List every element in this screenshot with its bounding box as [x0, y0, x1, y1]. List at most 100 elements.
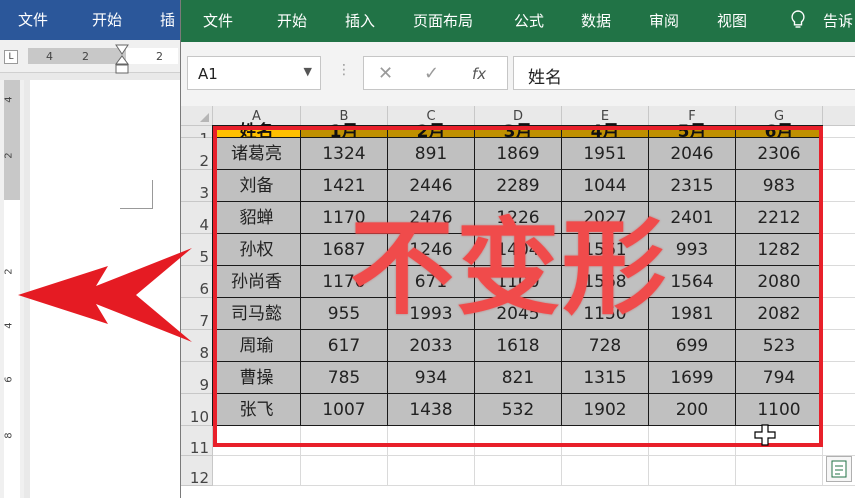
row-header[interactable]: 4 — [181, 202, 213, 234]
tab-view[interactable]: 视图 — [717, 0, 747, 42]
table-cell[interactable]: 2306 — [735, 137, 823, 170]
select-all-button[interactable] — [181, 106, 213, 126]
table-cell[interactable]: 1044 — [561, 169, 649, 202]
table-cell[interactable]: 曹操 — [212, 361, 301, 394]
table-cell[interactable]: 1315 — [561, 361, 649, 394]
empty-cell[interactable] — [823, 394, 855, 426]
table-cell[interactable]: 1438 — [387, 393, 475, 426]
table-cell[interactable]: 司马懿 — [212, 297, 301, 330]
empty-cell[interactable] — [823, 202, 855, 234]
name-box[interactable]: A1 ▼ — [187, 56, 321, 90]
empty-cell[interactable] — [823, 426, 855, 456]
chevron-down-icon[interactable]: ▼ — [304, 65, 312, 78]
table-cell[interactable]: 张飞 — [212, 393, 301, 426]
empty-cell[interactable] — [475, 426, 562, 456]
empty-cell[interactable] — [562, 456, 649, 486]
empty-cell[interactable] — [736, 426, 823, 456]
table-cell[interactable]: 诸葛亮 — [212, 137, 301, 170]
table-cell[interactable]: 1421 — [300, 169, 388, 202]
empty-cell[interactable] — [823, 170, 855, 202]
table-cell[interactable]: 523 — [735, 329, 823, 362]
row-header[interactable]: 12 — [181, 456, 213, 487]
row-header[interactable]: 2 — [181, 138, 213, 170]
empty-cell[interactable] — [649, 456, 736, 486]
table-cell[interactable]: 821 — [474, 361, 562, 394]
table-cell[interactable]: 1902 — [561, 393, 649, 426]
row-header[interactable]: 10 — [181, 394, 213, 426]
empty-cell[interactable] — [649, 426, 736, 456]
table-cell[interactable]: 刘备 — [212, 169, 301, 202]
table-cell[interactable]: 699 — [648, 329, 736, 362]
table-cell[interactable]: 617 — [300, 329, 388, 362]
insert-function-icon[interactable]: fx — [472, 65, 486, 83]
empty-cell[interactable] — [475, 456, 562, 486]
word-tab-insert[interactable]: 插 — [160, 0, 175, 40]
table-cell[interactable]: 1100 — [735, 393, 823, 426]
row-header[interactable]: 1 — [181, 126, 213, 148]
tab-insert[interactable]: 插入 — [345, 0, 375, 42]
empty-cell[interactable] — [562, 426, 649, 456]
word-tab-home[interactable]: 开始 — [92, 0, 122, 40]
table-cell[interactable]: 1869 — [474, 137, 562, 170]
table-cell[interactable]: 1951 — [561, 137, 649, 170]
empty-cell[interactable] — [388, 426, 475, 456]
empty-cell[interactable] — [823, 330, 855, 362]
indent-marker-icon[interactable] — [115, 44, 129, 74]
row-header[interactable]: 9 — [181, 362, 213, 394]
cancel-icon[interactable]: ✕ — [378, 63, 393, 84]
table-cell[interactable]: 1699 — [648, 361, 736, 394]
tab-page-layout[interactable]: 页面布局 — [413, 0, 473, 42]
table-cell[interactable]: 孙尚香 — [212, 265, 301, 298]
table-cell[interactable]: 2033 — [387, 329, 475, 362]
table-cell[interactable]: 794 — [735, 361, 823, 394]
empty-cell[interactable] — [823, 266, 855, 298]
enter-icon[interactable]: ✓ — [424, 63, 439, 84]
drag-handle-icon[interactable]: ⋮ — [337, 62, 351, 78]
table-cell[interactable]: 1282 — [735, 233, 823, 266]
table-cell[interactable]: 728 — [561, 329, 649, 362]
empty-cell[interactable] — [388, 456, 475, 486]
empty-cell[interactable] — [823, 362, 855, 394]
empty-cell[interactable] — [301, 456, 388, 486]
formula-input[interactable]: 姓名 — [513, 56, 855, 90]
table-cell[interactable]: 1324 — [300, 137, 388, 170]
empty-cell[interactable] — [823, 126, 855, 138]
table-cell[interactable]: 934 — [387, 361, 475, 394]
tab-data[interactable]: 数据 — [581, 0, 611, 42]
table-cell[interactable]: 2315 — [648, 169, 736, 202]
empty-cell[interactable] — [736, 456, 823, 486]
table-cell[interactable]: 2212 — [735, 201, 823, 234]
table-cell[interactable]: 1007 — [300, 393, 388, 426]
empty-cell[interactable] — [823, 234, 855, 266]
table-cell[interactable]: 周瑜 — [212, 329, 301, 362]
table-cell[interactable]: 2082 — [735, 297, 823, 330]
table-cell[interactable]: 孙权 — [212, 233, 301, 266]
tab-home[interactable]: 开始 — [277, 0, 307, 42]
table-cell[interactable]: 2046 — [648, 137, 736, 170]
empty-cell[interactable] — [823, 298, 855, 330]
table-cell[interactable]: 1618 — [474, 329, 562, 362]
table-cell[interactable]: 891 — [387, 137, 475, 170]
table-cell[interactable]: 2446 — [387, 169, 475, 202]
tab-file[interactable]: 文件 — [203, 0, 233, 42]
empty-cell[interactable] — [823, 138, 855, 170]
empty-cell[interactable] — [301, 426, 388, 456]
table-cell[interactable]: 200 — [648, 393, 736, 426]
table-cell[interactable]: 785 — [300, 361, 388, 394]
lightbulb-icon[interactable] — [791, 10, 805, 30]
tab-formulas[interactable]: 公式 — [514, 0, 544, 42]
tab-review[interactable]: 审阅 — [649, 0, 679, 42]
row-header[interactable]: 11 — [181, 426, 213, 457]
empty-cell[interactable] — [213, 426, 301, 456]
empty-cell[interactable] — [213, 456, 301, 486]
row-header[interactable]: 3 — [181, 170, 213, 202]
table-cell[interactable]: 983 — [735, 169, 823, 202]
table-cell[interactable]: 2080 — [735, 265, 823, 298]
word-tab-file[interactable]: 文件 — [18, 0, 48, 40]
table-cell[interactable]: 貂蝉 — [212, 201, 301, 234]
table-cell[interactable]: 532 — [474, 393, 562, 426]
tab-tell-me[interactable]: 告诉 — [823, 0, 853, 42]
quick-analysis-icon[interactable] — [826, 456, 852, 482]
tab-stop-icon[interactable]: L — [4, 50, 18, 64]
table-cell[interactable]: 2289 — [474, 169, 562, 202]
